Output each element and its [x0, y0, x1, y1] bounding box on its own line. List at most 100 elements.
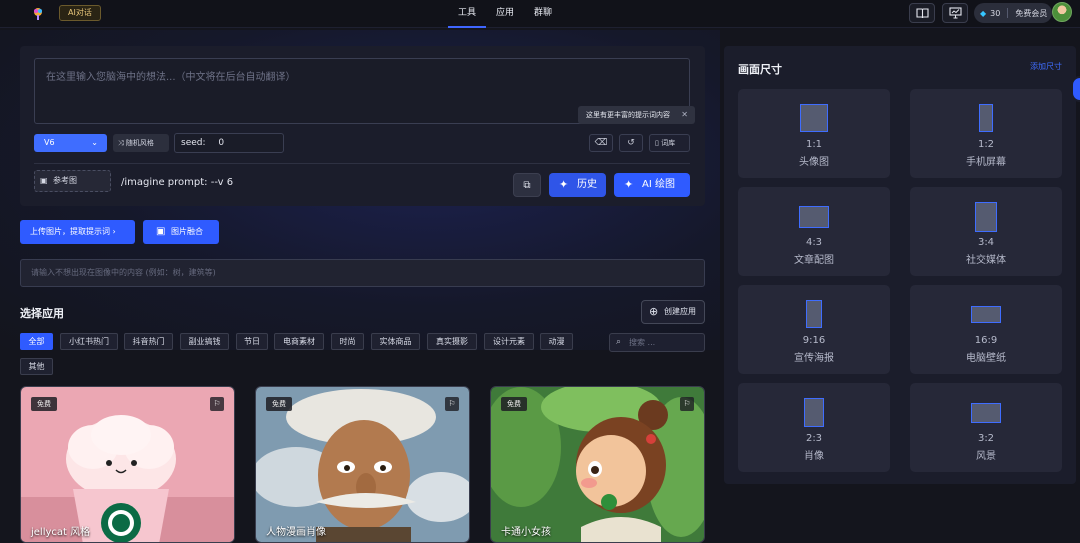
eraser-icon: ⌫	[594, 138, 608, 148]
credits-pill[interactable]: ◆ 30 免费会员	[974, 3, 1052, 23]
shuffle-icon: ⤨	[118, 139, 124, 147]
size-option-1-2[interactable]: 1:2 手机屏幕	[910, 89, 1062, 178]
sparkle-icon: ✦	[559, 178, 569, 191]
history-undo-button[interactable]: ↺	[619, 134, 643, 152]
size-ratio: 4:3	[805, 237, 823, 248]
image-icon: ▣	[40, 176, 48, 185]
filter-chip[interactable]: 其他	[20, 358, 53, 375]
bookmark-icon[interactable]: ⚐	[445, 397, 459, 411]
random-style-button[interactable]: ⤨ 随机风格	[113, 134, 169, 152]
size-ratio: 9:16	[802, 335, 826, 346]
version-select[interactable]: V6 ⌄	[34, 134, 107, 152]
nav-apps[interactable]: 应用	[486, 0, 524, 28]
image-fusion-button[interactable]: ▣ 图片融合	[143, 220, 219, 244]
filter-chip[interactable]: 小红书热门	[60, 333, 118, 350]
aspect-shape-icon	[971, 306, 1001, 323]
size-option-16-9[interactable]: 16:9 电脑壁纸	[910, 285, 1062, 374]
size-option-9-16[interactable]: 9:16 宣传海报	[738, 285, 890, 374]
presentation-icon	[948, 7, 962, 19]
filter-chip[interactable]: 动漫	[540, 333, 573, 350]
size-ratio: 3:2	[977, 433, 995, 444]
filter-chip[interactable]: 真实摄影	[427, 333, 477, 350]
reference-image-label: 参考图	[53, 176, 77, 185]
size-option-4-3[interactable]: 4:3 文章配图	[738, 187, 890, 276]
close-icon[interactable]: ✕	[681, 106, 688, 124]
filter-chip[interactable]: 时尚	[331, 333, 364, 350]
bookmark-icon[interactable]: ⚐	[680, 397, 694, 411]
size-label: 宣传海报	[794, 353, 834, 364]
diamond-icon: ◆	[980, 8, 987, 18]
app-search-input[interactable]: ⌕ 搜索 ...	[609, 333, 705, 352]
filter-chip[interactable]: 节日	[236, 333, 268, 350]
reference-image-button[interactable]: ▣ 参考图	[34, 170, 111, 192]
create-app-button[interactable]: ⊕ 创建应用	[641, 300, 705, 324]
ai-chat-badge[interactable]: AI对话	[59, 5, 101, 21]
chevron-down-icon: ⌄	[91, 138, 98, 147]
create-app-label: 创建应用	[664, 307, 696, 316]
app-card-jellycat[interactable]: 免费 ⚐ jellycat 风格	[20, 386, 235, 543]
floating-assistant-button[interactable]	[1071, 76, 1080, 102]
book-icon	[915, 7, 929, 18]
free-badge: 免费	[266, 397, 292, 411]
apps-section-title: 选择应用	[20, 307, 64, 320]
presentation-button[interactable]	[942, 3, 968, 23]
app-logo-icon[interactable]	[31, 7, 45, 21]
filter-chip[interactable]: 电商素材	[274, 333, 324, 350]
size-label: 头像图	[799, 157, 829, 168]
search-placeholder: 搜索 ...	[629, 338, 656, 347]
credits-divider	[1007, 8, 1009, 18]
size-label: 社交媒体	[966, 255, 1006, 266]
image-icon: ▣	[156, 226, 166, 237]
history-button[interactable]: ✦ 历史	[549, 173, 606, 197]
filter-chip[interactable]: 副业搞钱	[180, 333, 229, 350]
copy-icon: ⧉	[523, 179, 531, 191]
free-badge: 免费	[501, 397, 527, 411]
filter-chip[interactable]: 抖音热门	[124, 333, 173, 350]
negative-prompt-input[interactable]: 请输入不想出现在图像中的内容 (例如：树，建筑等)	[20, 259, 705, 287]
seed-value[interactable]: 0	[218, 138, 224, 148]
version-value: V6	[44, 138, 55, 147]
ai-draw-button[interactable]: ✦ AI 绘图	[614, 173, 690, 197]
aspect-shape-icon	[799, 206, 829, 228]
copy-button[interactable]: ⧉	[513, 173, 541, 197]
upload-extract-button[interactable]: 上传图片，提取提示词 ›	[20, 220, 135, 244]
filter-chip[interactable]: 设计元素	[484, 333, 534, 350]
membership-label: 免费会员	[1015, 8, 1048, 18]
size-label: 电脑壁纸	[966, 353, 1006, 364]
add-size-link[interactable]: 添加尺寸	[1030, 61, 1062, 72]
search-icon: ⌕	[616, 337, 622, 347]
avatar[interactable]	[1052, 2, 1072, 22]
canvas-size-panel: 画面尺寸 添加尺寸 1:1 头像图 1:2 手机屏幕 4:3 文章配图 3:4 …	[724, 46, 1076, 484]
plus-circle-icon: ⊕	[649, 305, 659, 318]
free-badge: 免费	[31, 397, 57, 411]
bookmark-icon[interactable]: ⚐	[210, 397, 224, 411]
size-ratio: 2:3	[805, 433, 823, 444]
aspect-shape-icon	[971, 403, 1001, 423]
imagine-command-preview: /imagine prompt: --v 6	[121, 177, 234, 188]
size-option-2-3[interactable]: 2:3 肖像	[738, 383, 890, 472]
history-label: 历史	[577, 179, 597, 190]
book-button[interactable]	[909, 3, 935, 23]
nav-group-chat[interactable]: 群聊	[524, 0, 562, 28]
dictionary-button[interactable]: ▯ 词库	[649, 134, 690, 152]
aspect-shape-icon	[979, 104, 993, 132]
size-option-3-4[interactable]: 3:4 社交媒体	[910, 187, 1062, 276]
prompt-panel: 在这里输入您脑海中的想法...（中文将在后台自动翻译） 这里有更丰富的提示词内容…	[20, 46, 705, 206]
app-card-cartoon-girl[interactable]: 免费 ⚐ 卡通小女孩	[490, 386, 705, 543]
size-ratio: 3:4	[977, 237, 995, 248]
app-card-caricature[interactable]: 免费 ⚐ 人物漫画肖像	[255, 386, 470, 543]
size-option-3-2[interactable]: 3:2 风景	[910, 383, 1062, 472]
eraser-button[interactable]: ⌫	[589, 134, 613, 152]
filter-chip[interactable]: 实体商品	[371, 333, 420, 350]
nav-tools[interactable]: 工具	[448, 0, 487, 28]
aspect-shape-icon	[804, 398, 824, 427]
seed-field[interactable]: seed: 0	[174, 133, 284, 153]
filter-chip-all[interactable]: 全部	[20, 333, 53, 350]
prompt-tooltip: 这里有更丰富的提示词内容 ✕	[578, 106, 695, 124]
size-option-1-1[interactable]: 1:1 头像图	[738, 89, 890, 178]
size-ratio: 1:1	[805, 139, 823, 150]
size-label: 风景	[976, 451, 996, 462]
credits-count: 30	[990, 8, 1001, 18]
card-title: 人物漫画肖像	[266, 527, 326, 538]
size-label: 肖像	[804, 451, 824, 462]
